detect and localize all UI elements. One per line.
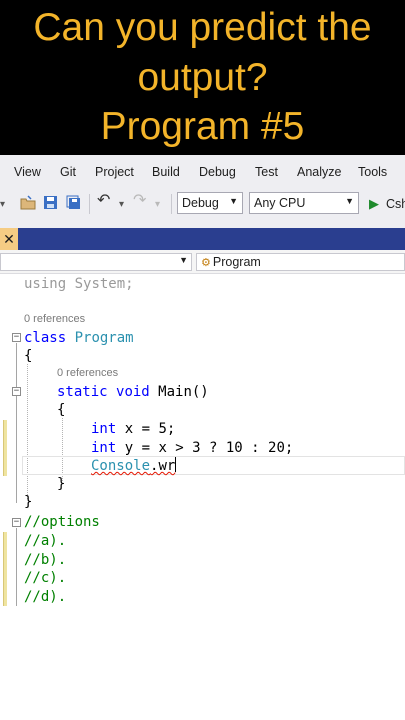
comment-options: //options	[24, 514, 100, 530]
comment-option-a: //a).	[24, 533, 67, 549]
member-dropdown[interactable]: ⚙ Program	[196, 253, 405, 271]
brace-line: {	[57, 402, 66, 418]
redo-dropdown-icon[interactable]: ▾	[155, 197, 160, 213]
chevron-down-icon: ▼	[229, 196, 238, 206]
fold-toggle-icon[interactable]: −	[12, 387, 21, 396]
code-text: y = x > 3 ? 10 : 20;	[116, 440, 294, 456]
code-editor[interactable]: − − − using System; 0 references class P…	[0, 274, 405, 720]
menu-view[interactable]: View	[14, 165, 41, 179]
undo-icon[interactable]: ↶	[97, 193, 110, 209]
class-references-lens[interactable]: 0 references	[24, 313, 85, 325]
code-line-x: int x = 5;	[91, 420, 175, 438]
current-line-highlight	[22, 456, 405, 475]
menu-project[interactable]: Project	[95, 165, 134, 179]
menu-test[interactable]: Test	[255, 165, 278, 179]
platform-value: Any CPU	[254, 196, 306, 210]
menu-debug[interactable]: Debug	[199, 165, 236, 179]
fold-toggle-icon[interactable]: −	[12, 333, 21, 342]
redo-icon[interactable]: ↷	[133, 193, 146, 209]
undo-dropdown-icon[interactable]: ▾	[119, 197, 124, 213]
banner-title-line2: output?	[137, 56, 268, 99]
save-all-icon[interactable]	[66, 195, 81, 213]
start-debug-icon[interactable]: ▶	[369, 196, 379, 212]
navigation-bar: ▼ ⚙ Program	[0, 250, 405, 274]
comment-option-b: //b).	[24, 552, 67, 568]
change-marker	[3, 532, 7, 606]
code-text: System;	[66, 276, 134, 292]
banner-title-line3: Program #5	[100, 105, 305, 148]
keyword: int	[91, 421, 117, 437]
configuration-select[interactable]: Debug ▼	[177, 192, 243, 214]
member-value: Program	[212, 255, 261, 269]
class-icon: ⚙	[201, 257, 211, 269]
toolbar: ▾ ↶ ▾ ↷ ▾ Debug ▼ Any CPU ▼ ▶ Csh	[0, 190, 405, 218]
main-declaration-line: static void Main()	[57, 383, 209, 401]
using-line: using System;	[24, 275, 134, 293]
change-marker	[3, 420, 7, 476]
menu-tools[interactable]: Tools	[358, 165, 387, 179]
comment-option-d: //d).	[24, 589, 67, 605]
toolbar-separator	[89, 194, 90, 214]
chevron-down-icon: ▼	[345, 196, 354, 206]
menu-git[interactable]: Git	[60, 165, 76, 179]
type-dropdown[interactable]: ▼	[0, 253, 192, 271]
open-folder-icon[interactable]	[20, 195, 36, 213]
platform-select[interactable]: Any CPU ▼	[249, 192, 359, 214]
fold-line	[16, 528, 17, 606]
fold-toggle-icon[interactable]: −	[12, 518, 21, 527]
document-tab-strip: ✕	[0, 228, 405, 250]
brace-line: }	[24, 494, 33, 510]
title-banner: Can you predict the output? Program #5	[0, 0, 405, 155]
text-caret	[175, 457, 177, 472]
fold-line	[16, 343, 17, 503]
indent-guide	[27, 364, 28, 499]
keyword: using	[24, 276, 67, 292]
banner-title-line1: Can you predict the	[33, 6, 372, 49]
menu-build[interactable]: Build	[152, 165, 180, 179]
keyword: void	[116, 384, 150, 400]
code-text: Main()	[149, 384, 209, 400]
type-name: Program	[74, 330, 134, 346]
type-name: Console	[91, 458, 151, 474]
brace-line: {	[24, 348, 33, 364]
code-line-y: int y = x > 3 ? 10 : 20;	[91, 439, 293, 457]
comment-option-c: //c).	[24, 570, 67, 586]
keyword: class	[24, 330, 67, 346]
method-references-lens[interactable]: 0 references	[57, 367, 118, 379]
brace-line: }	[57, 476, 66, 492]
chevron-down-icon: ▼	[179, 255, 188, 265]
class-declaration-line: class Program	[24, 329, 134, 347]
toolbar-gap	[0, 218, 405, 228]
run-target-label[interactable]: Csh	[386, 196, 405, 212]
toolbar-separator	[171, 194, 172, 214]
configuration-value: Debug	[182, 196, 219, 210]
keyword: static	[57, 384, 108, 400]
menu-analyze[interactable]: Analyze	[297, 165, 341, 179]
code-text: .wr	[150, 458, 176, 474]
save-icon[interactable]	[43, 195, 58, 213]
keyword: int	[91, 440, 117, 456]
code-text: x = 5;	[116, 421, 176, 437]
menu-bar: View Git Project Build Debug Test Analyz…	[0, 155, 405, 190]
close-icon[interactable]: ✕	[0, 228, 18, 250]
dropdown-arrow-icon[interactable]: ▾	[0, 197, 5, 213]
code-line-console: Console.wr	[91, 457, 177, 475]
